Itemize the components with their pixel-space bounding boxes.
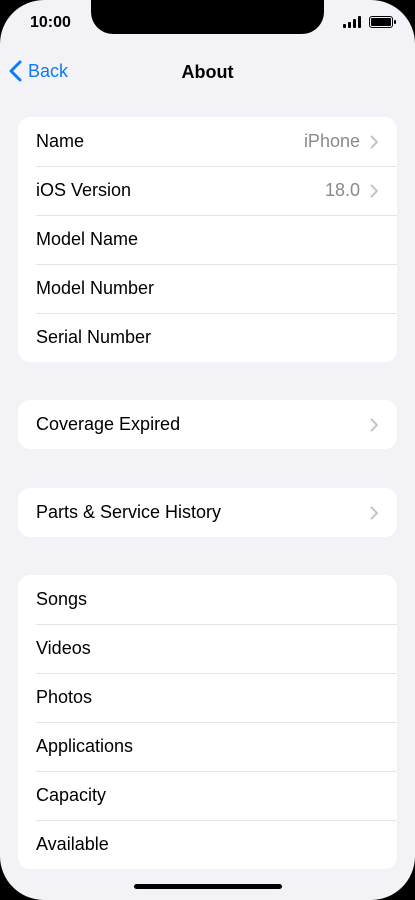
chevron-right-icon (370, 135, 378, 148)
status-icons (343, 16, 396, 28)
chevron-right-icon (370, 506, 378, 519)
row-value: 18.0 (324, 180, 360, 200)
row-available: Available (18, 820, 397, 869)
status-time: 10:00 (30, 14, 71, 31)
device-info-group: Name iPhone iOS Version 18.0 Model Name … (18, 117, 397, 362)
page-title: About (181, 62, 234, 82)
row-model-number: Model Number (18, 264, 397, 313)
row-label: iOS Version (36, 180, 132, 200)
row-label: Model Number (36, 278, 155, 298)
row-model-name: Model Name (18, 215, 397, 264)
row-value: iPhone (303, 131, 360, 151)
row-applications: Applications (18, 722, 397, 771)
cellular-signal-icon (343, 16, 361, 28)
row-parts-service-history[interactable]: Parts & Service History (18, 488, 397, 537)
chevron-right-icon (370, 418, 378, 431)
row-label: Serial Number (36, 327, 152, 347)
row-label: Capacity (36, 785, 107, 805)
notch (91, 0, 324, 34)
row-label: Coverage Expired (36, 414, 181, 434)
service-history-group: Parts & Service History (18, 488, 397, 537)
row-ios-version[interactable]: iOS Version 18.0 (18, 166, 397, 215)
row-videos: Videos (18, 624, 397, 673)
screen: 10:00 Back About Name iPhone iOS Version… (0, 0, 415, 900)
coverage-group: Coverage Expired (18, 400, 397, 449)
battery-icon (369, 16, 396, 28)
row-label: Photos (36, 687, 93, 707)
row-label: Videos (36, 638, 91, 658)
row-label: Available (36, 834, 109, 854)
navigation-bar: Back About (0, 52, 415, 96)
row-label: Model Name (36, 229, 139, 249)
row-serial-number: Serial Number (18, 313, 397, 362)
device-frame: 10:00 Back About Name iPhone iOS Version… (0, 0, 415, 900)
row-songs: Songs (18, 575, 397, 624)
home-indicator[interactable] (134, 884, 282, 889)
row-label: Parts & Service History (36, 502, 222, 522)
media-group: Songs Videos Photos Applications Capacit… (18, 575, 397, 869)
row-name[interactable]: Name iPhone (18, 117, 397, 166)
row-label: Songs (36, 589, 88, 609)
row-coverage-expired[interactable]: Coverage Expired (18, 400, 397, 449)
row-label: Name (36, 131, 85, 151)
row-photos: Photos (18, 673, 397, 722)
chevron-right-icon (370, 184, 378, 197)
row-label: Applications (36, 736, 134, 756)
row-capacity: Capacity (18, 771, 397, 820)
